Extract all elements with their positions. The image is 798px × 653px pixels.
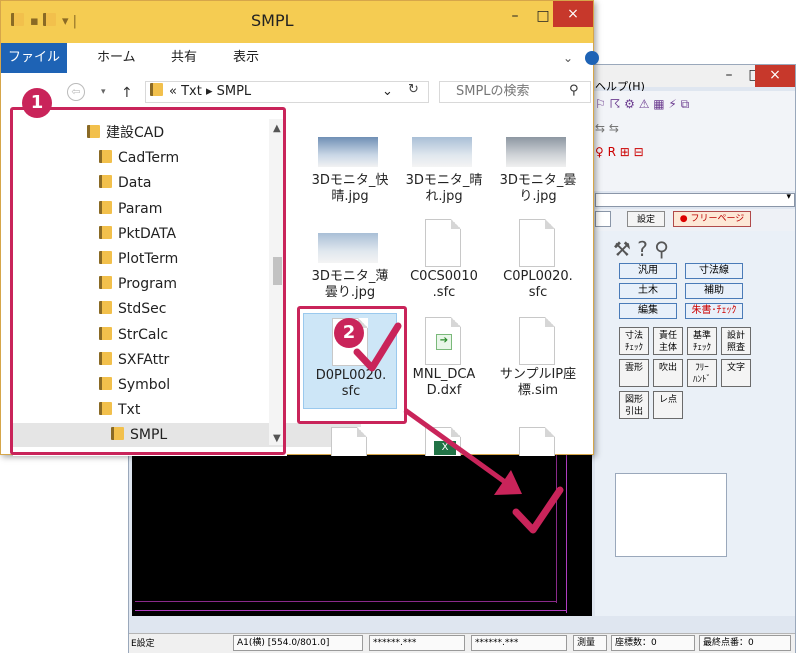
drag-arrow-head-icon	[494, 470, 522, 495]
drag-arrow-line	[403, 407, 507, 485]
annotation-overlay	[353, 322, 564, 534]
checkmark-icon	[353, 322, 402, 372]
drop-checkmark-icon	[512, 486, 564, 534]
